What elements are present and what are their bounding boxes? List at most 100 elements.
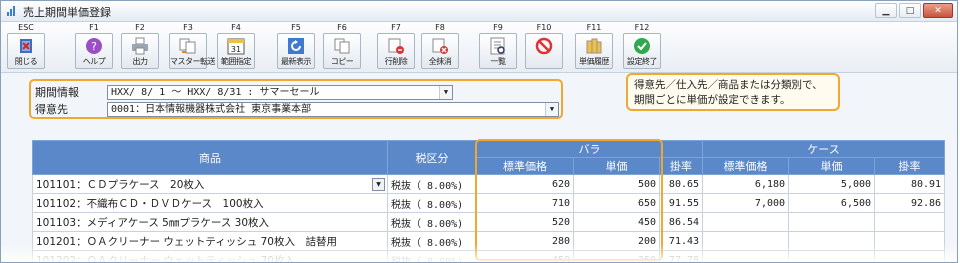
cell-text: 520 (551, 216, 570, 228)
cell-c-unit[interactable] (788, 212, 876, 232)
cell-text: 710 (551, 197, 570, 209)
toolbar-list: F9 一覧 (479, 23, 517, 71)
cell-c-rate[interactable] (874, 212, 946, 232)
period-select[interactable]: HXX/ 8/ 1 ～ HXX/ 8/31 : サマーセール ▼ (107, 84, 453, 100)
chevron-down-icon[interactable]: ▼ (545, 102, 558, 116)
cell-b-unit[interactable]: 500 (573, 174, 660, 194)
customer-value: 0001：日本情報機器株式会社 東京事業本部 (111, 103, 312, 115)
printer-icon (132, 37, 148, 55)
clear-all-icon (432, 38, 448, 54)
price-history-button[interactable]: 単価履歴 (575, 33, 613, 69)
help-icon: ? (86, 38, 102, 54)
chevron-down-icon[interactable]: ▼ (439, 85, 452, 99)
button-label: 単価履歴 (579, 57, 610, 66)
cell-b-rate[interactable]: 91.55 (658, 193, 704, 213)
cell-c-unit[interactable]: 5,000 (788, 174, 876, 194)
window-title: 売上期間単価登録 (23, 6, 111, 19)
cell-b-rate[interactable]: 86.54 (658, 212, 704, 232)
check-icon (634, 38, 650, 54)
toolbar-output: F2 出力 (121, 23, 159, 71)
chevron-down-icon[interactable]: ▼ (372, 178, 385, 191)
cell-c-rate[interactable]: 92.86 (874, 193, 946, 213)
cell-b-std[interactable]: 620 (476, 174, 574, 194)
close-button[interactable]: 閉じる (7, 33, 45, 69)
clear-all-button[interactable]: 全抹消 (421, 33, 459, 69)
cell-c-std[interactable]: 7,000 (702, 193, 790, 213)
close-door-icon (20, 39, 32, 53)
table-row[interactable]: 101102：不織布ＣＤ・ＤＶＤケース 100枚入 税抜（ 8.00%) 710 65… (32, 193, 946, 213)
fkey-label: F11 (586, 23, 602, 32)
fkey-label: F10 (536, 23, 552, 32)
column-header-bara-std-price[interactable]: 標準価格 (476, 157, 574, 175)
help-button[interactable]: ? ヘルプ (75, 33, 113, 69)
refresh-button[interactable]: 最新表示 (277, 33, 315, 69)
cell-c-std[interactable]: 6,180 (702, 174, 790, 194)
button-label: マスター転送 (170, 57, 216, 66)
button-label: 出力 (132, 57, 149, 66)
cell-b-unit[interactable]: 450 (573, 212, 660, 232)
maximize-button[interactable]: □ (899, 3, 921, 18)
column-header-case-rate[interactable]: 掛率 (874, 157, 946, 175)
button-label: 設定終了 (627, 57, 658, 66)
toolbar-refresh: F5 最新表示 (277, 23, 315, 71)
master-transfer-button[interactable]: マスター転送 (169, 33, 216, 69)
column-header-tax[interactable]: 税区分 (387, 140, 477, 175)
fkey-label: F9 (493, 23, 503, 32)
column-header-case-std-price[interactable]: 標準価格 (702, 157, 790, 175)
column-header-bara-unit-price[interactable]: 単価 (573, 157, 660, 175)
copy-button[interactable]: コピー (323, 33, 361, 69)
cell-text: 6,500 (840, 197, 872, 209)
toolbar-clear-all: F8 全抹消 (421, 23, 459, 71)
column-header-product[interactable]: 商品 (32, 140, 388, 175)
list-button[interactable]: 一覧 (479, 33, 517, 69)
toolbar-finish: F12 設定終了 (623, 23, 661, 71)
cell-text: 7,000 (754, 197, 786, 209)
cell-text: 86.54 (668, 216, 700, 228)
cell-text: 税抜（ 8.00%) (391, 180, 464, 192)
bottom-fade (1, 244, 957, 262)
app-window: 売上期間単価登録 ▁ □ ✕ ESC 閉じる F1 ? ヘルプ F2 出力 F3… (0, 0, 958, 263)
cell-b-unit[interactable]: 650 (573, 193, 660, 213)
cell-text: 税抜（ 8.00%) (391, 218, 464, 230)
finish-setting-button[interactable]: 設定終了 (623, 33, 661, 69)
cell-product[interactable]: 101102：不織布ＣＤ・ＤＶＤケース 100枚入 (32, 193, 388, 213)
button-label: 全抹消 (428, 57, 452, 66)
cell-text: 101101：ＣＤプラケース 20枚入 (36, 178, 205, 191)
cell-b-rate[interactable]: 80.65 (658, 174, 704, 194)
toolbar-range: F4 31 範囲指定 (217, 23, 255, 71)
cell-product[interactable]: 101101：ＣＤプラケース 20枚入 ▼ (32, 174, 388, 194)
fkey-label: F12 (634, 23, 650, 32)
cell-tax[interactable]: 税抜（ 8.00%) (387, 193, 477, 213)
button-label: 閉じる (14, 57, 38, 66)
table-row[interactable]: 101101：ＣＤプラケース 20枚入 ▼ 税抜（ 8.00%) 620 500 80.6… (32, 174, 946, 194)
delete-row-button[interactable]: 行削除 (377, 33, 415, 69)
cell-c-unit[interactable]: 6,500 (788, 193, 876, 213)
prohibit-button[interactable] (525, 33, 563, 69)
column-header-bara: バラ (475, 140, 704, 158)
column-header-case-unit-price[interactable]: 単価 (788, 157, 876, 175)
button-label: ヘルプ (82, 57, 106, 66)
fkey-label: F2 (135, 23, 145, 32)
title-bar: 売上期間単価登録 ▁ □ ✕ (1, 1, 957, 22)
close-window-button[interactable]: ✕ (923, 3, 953, 18)
table-row[interactable]: 101103：メディアケース 5㎜プラケース 30枚入 税抜（ 8.00%) 520… (32, 212, 946, 232)
period-label: 期間情報 (35, 86, 79, 99)
cell-text: 80.91 (910, 178, 942, 190)
cell-tax[interactable]: 税抜（ 8.00%) (387, 174, 477, 194)
minimize-button[interactable]: ▁ (875, 3, 897, 18)
customer-select[interactable]: 0001：日本情報機器株式会社 東京事業本部 ▼ (107, 101, 559, 117)
cell-product[interactable]: 101103：メディアケース 5㎜プラケース 30枚入 (32, 212, 388, 232)
fkey-label: ESC (18, 23, 34, 32)
fkey-label: F8 (435, 23, 445, 32)
column-header-bara-rate[interactable]: 掛率 (658, 157, 704, 175)
cell-c-rate[interactable]: 80.91 (874, 174, 946, 194)
output-button[interactable]: 出力 (121, 33, 159, 69)
fkey-label: F5 (291, 23, 301, 32)
cell-b-std[interactable]: 520 (476, 212, 574, 232)
cell-tax[interactable]: 税抜（ 8.00%) (387, 212, 477, 232)
cell-c-std[interactable] (702, 212, 790, 232)
cell-b-std[interactable]: 710 (476, 193, 574, 213)
range-button[interactable]: 31 範囲指定 (217, 33, 255, 69)
delete-row-icon (388, 38, 404, 54)
cell-text: 6,180 (754, 178, 786, 190)
